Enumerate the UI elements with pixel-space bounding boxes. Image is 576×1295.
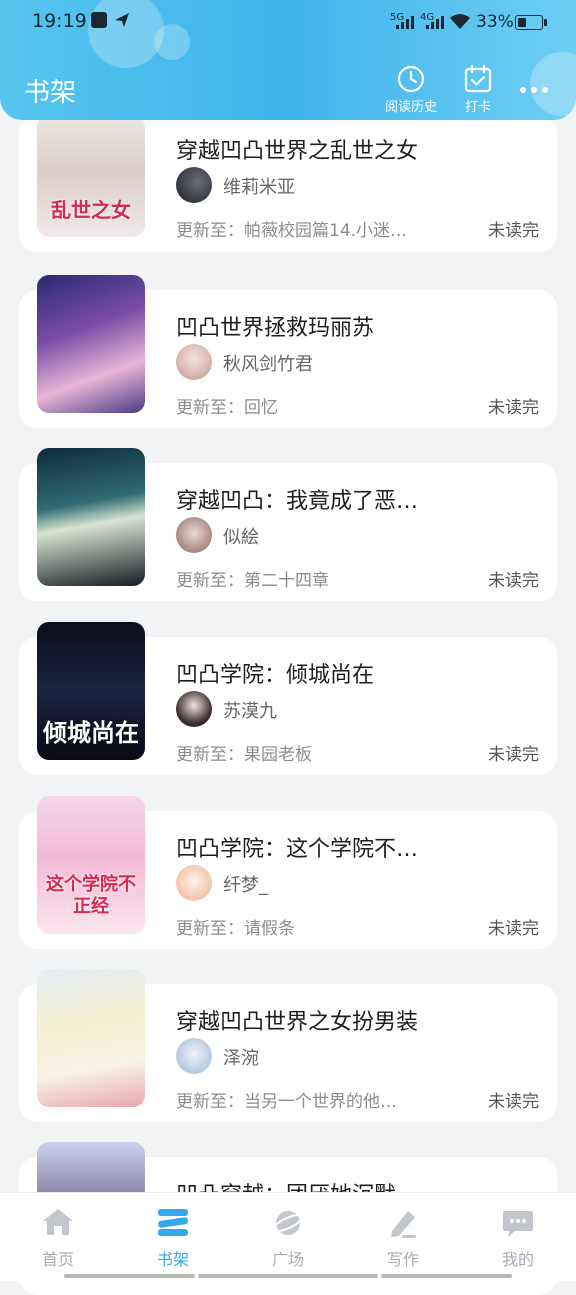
book-title: 凹凸世界拯救玛丽苏 (176, 316, 375, 341)
author-name: 秋风剑竹君 (223, 354, 313, 375)
signal-icon (426, 16, 444, 29)
book-title: 穿越凹凸世界之女扮男装 (176, 1010, 419, 1035)
battery-icon (515, 15, 547, 30)
author-avatar (176, 1038, 212, 1074)
planet-icon (272, 1211, 304, 1235)
wifi-icon (450, 14, 470, 29)
pen-icon (391, 1211, 416, 1238)
notification-icon (114, 12, 130, 28)
update-info: 更新至：当另一个世界的他… (176, 1092, 397, 1112)
bottom-tab-bar: 首页 书架 广场 写作 我的 (0, 1192, 576, 1281)
author-name: 纤梦_ (223, 875, 268, 896)
book-card[interactable]: 这个学院不正经 凹凸学院：这个学院不… 纤梦_ 更新至：请假条 未读完 (19, 796, 557, 949)
author-avatar (176, 691, 212, 727)
tab-label: 我的 (501, 1250, 534, 1269)
home-icon (43, 1209, 73, 1235)
gesture-bar (381, 1274, 512, 1278)
chat-bubble-icon (503, 1211, 533, 1237)
read-status: 未读完 (488, 398, 539, 418)
book-cover: 这个学院不正经 (37, 796, 145, 934)
read-status: 未读完 (488, 919, 539, 939)
read-status: 未读完 (488, 221, 539, 241)
book-cover (37, 275, 145, 413)
book-title: 穿越凹凸世界之乱世之女 (176, 139, 419, 164)
page-title: 书架 (24, 78, 77, 108)
tab-label: 广场 (271, 1250, 304, 1269)
book-title: 凹凸学院：倾城尚在 (176, 663, 375, 688)
author-name: 泽涴 (223, 1048, 259, 1069)
read-status: 未读完 (488, 745, 539, 765)
more-dots-icon[interactable] (516, 80, 552, 100)
tab-label: 首页 (41, 1250, 74, 1269)
tab-mine[interactable]: 我的 (473, 1193, 563, 1273)
calendar-check-icon (464, 64, 492, 93)
cover-title: 乱世之女 (51, 198, 131, 222)
reading-history-button[interactable]: 阅读历史 (379, 64, 443, 116)
app-header: 19:19 5G 4G 33% 书架 阅读历史 打卡 (0, 0, 576, 120)
tab-writing[interactable]: 写作 (358, 1193, 448, 1273)
notification-icon (91, 12, 107, 28)
battery-text: 33% (476, 12, 514, 32)
tab-home[interactable]: 首页 (13, 1193, 103, 1273)
cover-title: 这个学院不正经 (46, 874, 136, 917)
book-card[interactable]: 穿越凹凸：我竟成了恶… 似絵 更新至：第二十四章 未读完 (19, 448, 557, 601)
update-info: 更新至：果园老板 (176, 745, 312, 765)
update-info: 更新至：回忆 (176, 398, 278, 418)
book-card[interactable]: 乱世之女 穿越凹凸世界之乱世之女 维莉米亚 更新至：帕薇校园篇14.小迷… 未读… (19, 115, 557, 252)
author-avatar (176, 167, 212, 203)
book-card[interactable]: 穿越凹凸世界之女扮男装 泽涴 更新至：当另一个世界的他… 未读完 (19, 969, 557, 1122)
book-cover: 乱世之女 (37, 115, 145, 237)
checkin-button[interactable]: 打卡 (446, 64, 510, 116)
cover-title: 倾城尚在 (43, 718, 139, 747)
checkin-label: 打卡 (464, 100, 491, 115)
reading-history-label: 阅读历史 (384, 100, 437, 115)
book-cover (37, 448, 145, 586)
book-title: 穿越凹凸：我竟成了恶… (176, 489, 419, 514)
clock-icon (397, 65, 425, 93)
author-avatar (176, 344, 212, 380)
book-cover: 倾城尚在 (37, 622, 145, 760)
author-name: 似絵 (223, 527, 259, 548)
tab-label: 写作 (386, 1250, 419, 1269)
read-status: 未读完 (488, 571, 539, 591)
author-name: 苏漠九 (223, 701, 277, 722)
read-status: 未读完 (488, 1092, 539, 1112)
update-info: 更新至：请假条 (176, 919, 295, 939)
book-card[interactable]: 凹凸世界拯救玛丽苏 秋风剑竹君 更新至：回忆 未读完 (19, 275, 557, 428)
tab-label: 书架 (156, 1250, 189, 1269)
gesture-bar (198, 1274, 378, 1278)
status-time: 19:19 (32, 10, 87, 32)
book-cover (37, 969, 145, 1107)
update-info: 更新至：第二十四章 (176, 571, 329, 591)
book-title: 凹凸学院：这个学院不… (176, 837, 419, 862)
bookshelf-icon (158, 1209, 189, 1236)
status-bar: 19:19 5G 4G 33% (0, 0, 576, 44)
tab-bookshelf[interactable]: 书架 (128, 1193, 218, 1273)
signal-icon (396, 16, 414, 29)
update-info: 更新至：帕薇校园篇14.小迷… (176, 221, 408, 241)
author-avatar (176, 865, 212, 901)
tab-square[interactable]: 广场 (243, 1193, 333, 1273)
author-avatar (176, 517, 212, 553)
author-name: 维莉米亚 (223, 177, 295, 198)
book-card[interactable]: 倾城尚在 凹凸学院：倾城尚在 苏漠九 更新至：果园老板 未读完 (19, 622, 557, 775)
gesture-bar (64, 1274, 195, 1278)
